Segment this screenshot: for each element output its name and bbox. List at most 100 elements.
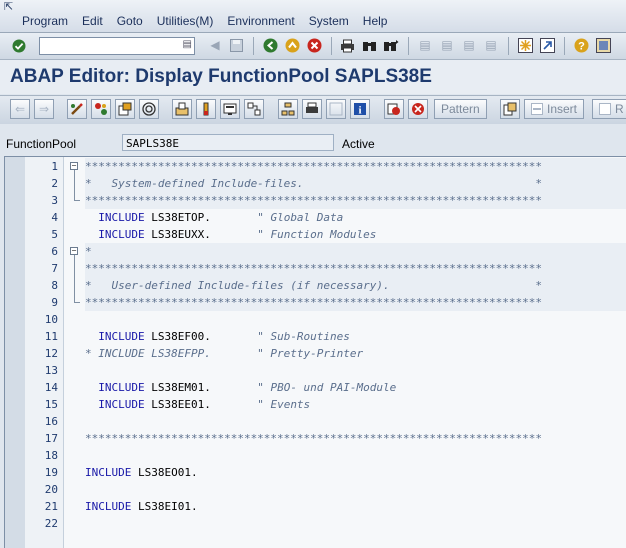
line-number: 22 — [44, 517, 58, 530]
line-number: 3 — [51, 194, 58, 207]
create-session-icon[interactable] — [516, 37, 534, 54]
menu-item-goto[interactable]: Goto — [117, 14, 143, 28]
display-object-icon[interactable] — [220, 99, 240, 119]
first-page-icon[interactable]: ▤ — [416, 37, 434, 54]
code-line[interactable]: 20 — [5, 481, 626, 498]
pretty-printer-icon[interactable] — [500, 99, 520, 119]
code-line[interactable]: 11 INCLUDE LS38EF00. " Sub-Routines — [5, 328, 626, 345]
insert-icon — [531, 103, 543, 115]
comment-text: * — [85, 245, 92, 258]
pattern-button[interactable]: Pattern — [434, 99, 487, 119]
display-change-icon[interactable] — [67, 99, 87, 119]
code-line[interactable]: 21 INCLUDE LS38EI01. — [5, 498, 626, 515]
line-number: 18 — [44, 449, 58, 462]
code-line[interactable]: 13 — [5, 362, 626, 379]
menu-item-program[interactable]: Program — [22, 14, 68, 28]
replace-icon — [599, 103, 611, 115]
menu-item-help[interactable]: Help — [363, 14, 388, 28]
where-used-icon[interactable] — [139, 99, 159, 119]
code-text: INCLUDE LS38EF00. " Sub-Routines — [85, 328, 626, 345]
code-line[interactable]: 14 INCLUDE LS38EM01. " PBO- und PAI-Modu… — [5, 379, 626, 396]
line-number: 11 — [44, 330, 58, 343]
code-line[interactable]: 5 INCLUDE LS38EUXX. " Function Modules — [5, 226, 626, 243]
back-icon[interactable] — [261, 37, 279, 54]
code-line[interactable]: 9 ***************************************… — [5, 294, 626, 311]
code-line[interactable]: 22 — [5, 515, 626, 532]
code-line[interactable]: 10 — [5, 311, 626, 328]
code-line[interactable]: 18 — [5, 447, 626, 464]
menu-item-edit[interactable]: Edit — [82, 14, 103, 28]
hierarchy-icon[interactable] — [278, 99, 298, 119]
prev-page-icon[interactable]: ▤ — [438, 37, 456, 54]
collapse-block-icon[interactable]: − — [70, 247, 78, 255]
cancel-icon[interactable] — [305, 37, 323, 54]
comment-text: ****************************************… — [85, 160, 542, 173]
save-icon[interactable] — [227, 37, 245, 54]
code-line[interactable]: 8 * User-defined Include-files (if necess… — [5, 277, 626, 294]
code-line[interactable]: 12 * INCLUDE LS38EFPP. " Pretty-Printer — [5, 345, 626, 362]
menu-item-system[interactable]: System — [309, 14, 349, 28]
split-screen-icon[interactable] — [326, 99, 346, 119]
layout-icon[interactable] — [594, 37, 612, 54]
delete-breakpoint-icon[interactable] — [408, 99, 428, 119]
code-line[interactable]: 15 INCLUDE LS38EE01. " Events — [5, 396, 626, 413]
find-icon[interactable] — [360, 37, 378, 54]
line-number: 4 — [51, 211, 58, 224]
print-program-icon[interactable] — [302, 99, 322, 119]
check-icon[interactable] — [115, 99, 135, 119]
code-text: ****************************************… — [85, 158, 626, 175]
breakpoint-icon[interactable] — [384, 99, 404, 119]
back-nav-icon[interactable]: ◀ — [206, 37, 224, 54]
code-line[interactable]: 3 ***************************************… — [5, 192, 626, 209]
menu: Program Edit Goto Utilities(M) Environme… — [22, 14, 401, 28]
code-line[interactable]: 2 * System-defined Include-files. * — [5, 175, 626, 192]
exit-icon[interactable] — [283, 37, 301, 54]
last-page-icon[interactable]: ▤ — [482, 37, 500, 54]
system-menu-icon[interactable]: ⇱ — [4, 1, 18, 13]
command-field[interactable]: ▤ — [39, 37, 195, 55]
code-line[interactable]: 4 INCLUDE LS38ETOP. " Global Data — [5, 209, 626, 226]
collapse-block-icon[interactable]: − — [70, 162, 78, 170]
object-type-label: FunctionPool — [6, 137, 77, 151]
print-icon[interactable] — [338, 37, 356, 54]
code-text: INCLUDE LS38ETOP. " Global Data — [85, 209, 626, 226]
help-icon[interactable]: ? — [572, 37, 590, 54]
object-header: FunctionPool SAPLS38E Active — [0, 124, 626, 156]
object-list-icon[interactable] — [172, 99, 192, 119]
code-text: * INCLUDE LS38EFPP. " Pretty-Printer — [85, 345, 626, 362]
code-text: * — [85, 243, 626, 260]
code-line[interactable]: 19 INCLUDE LS38EO01. — [5, 464, 626, 481]
activate-icon[interactable] — [91, 99, 111, 119]
next-page-icon[interactable]: ▤ — [460, 37, 478, 54]
command-dropdown-icon[interactable]: ▤ — [183, 39, 192, 50]
include-name: LS38EF00. — [144, 330, 211, 343]
code-line[interactable]: 7 ***************************************… — [5, 260, 626, 277]
info-marker-icon[interactable] — [196, 99, 216, 119]
menu-item-environment[interactable]: Environment — [227, 14, 294, 28]
code-line[interactable]: 6 − * — [5, 243, 626, 260]
svg-text:i: i — [358, 105, 361, 117]
line-number: 12 — [44, 347, 58, 360]
code-line[interactable]: 16 — [5, 413, 626, 430]
arrow-left-icon[interactable]: ⇐ — [10, 99, 30, 119]
line-number: 19 — [44, 466, 58, 479]
code-line[interactable]: 1 − **************************************… — [5, 158, 626, 175]
code-editor[interactable]: 1− **************************************… — [4, 156, 626, 548]
insert-button[interactable]: Insert — [524, 99, 585, 119]
replace-button-label: R — [615, 102, 624, 116]
replace-button[interactable]: R — [592, 99, 626, 119]
page-title: ABAP Editor: Display FunctionPool SAPLS3… — [10, 66, 432, 87]
shortcut-icon[interactable] — [538, 37, 556, 54]
navigate-icon[interactable] — [244, 99, 264, 119]
code-text: INCLUDE LS38EE01. " Events — [85, 396, 626, 413]
code-line[interactable]: 17 **************************************… — [5, 430, 626, 447]
svg-text:?: ? — [578, 41, 585, 53]
menu-item-utilities[interactable]: Utilities(M) — [157, 14, 214, 28]
find-next-icon[interactable] — [382, 37, 400, 54]
include-name: LS38EUXX. — [144, 228, 211, 241]
enter-icon[interactable] — [10, 37, 28, 54]
arrow-right-icon[interactable]: ⇒ — [34, 99, 54, 119]
info-icon[interactable]: i — [350, 99, 370, 119]
